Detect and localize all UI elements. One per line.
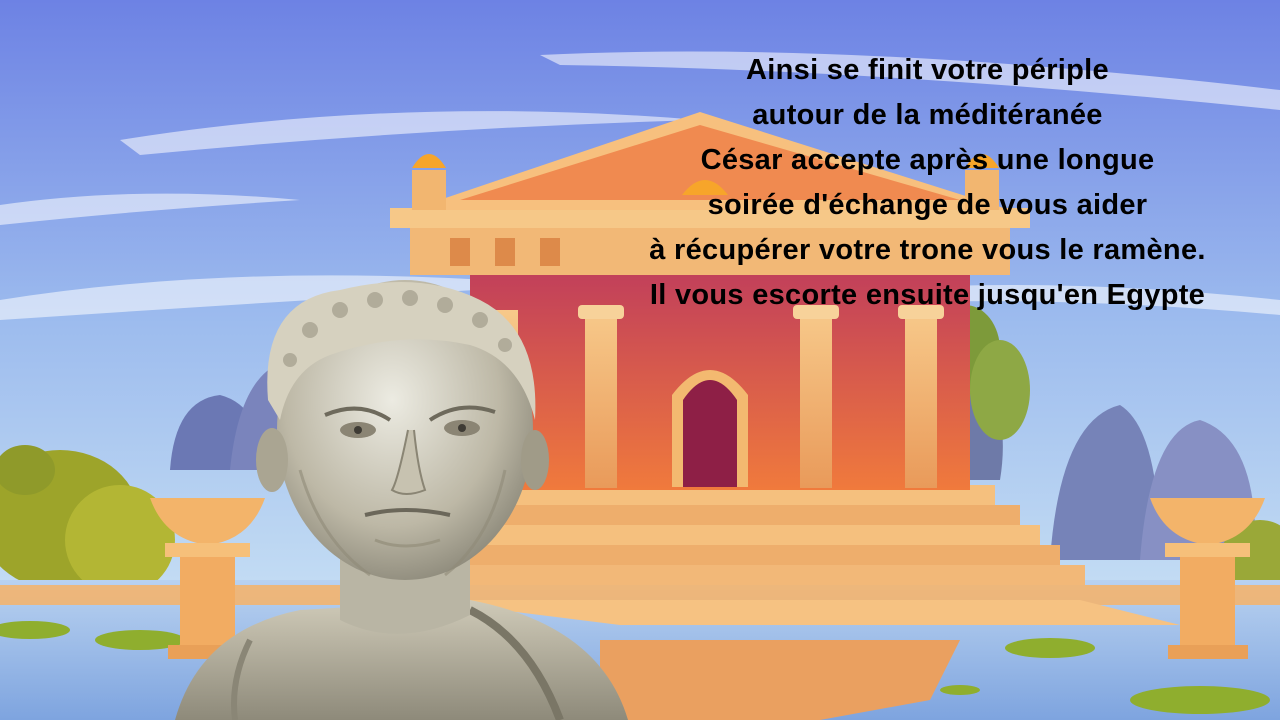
narration-text: Ainsi se finit votre périple autour de l… bbox=[560, 48, 1280, 318]
narration-line: Ainsi se finit votre périple bbox=[746, 54, 1109, 86]
narration-line: soirée d'échange de vous aider bbox=[707, 189, 1148, 221]
narration-line: César accepte après une longue bbox=[700, 144, 1155, 176]
narration-line: autour de la méditéranée bbox=[752, 99, 1103, 131]
narration-line: à récupérer votre trone vous le ramène. bbox=[649, 234, 1206, 266]
narration-line: Il vous escorte ensuite jusqu'en Egypte bbox=[649, 279, 1206, 311]
game-scene[interactable]: Ainsi se finit votre périple autour de l… bbox=[0, 0, 1280, 720]
